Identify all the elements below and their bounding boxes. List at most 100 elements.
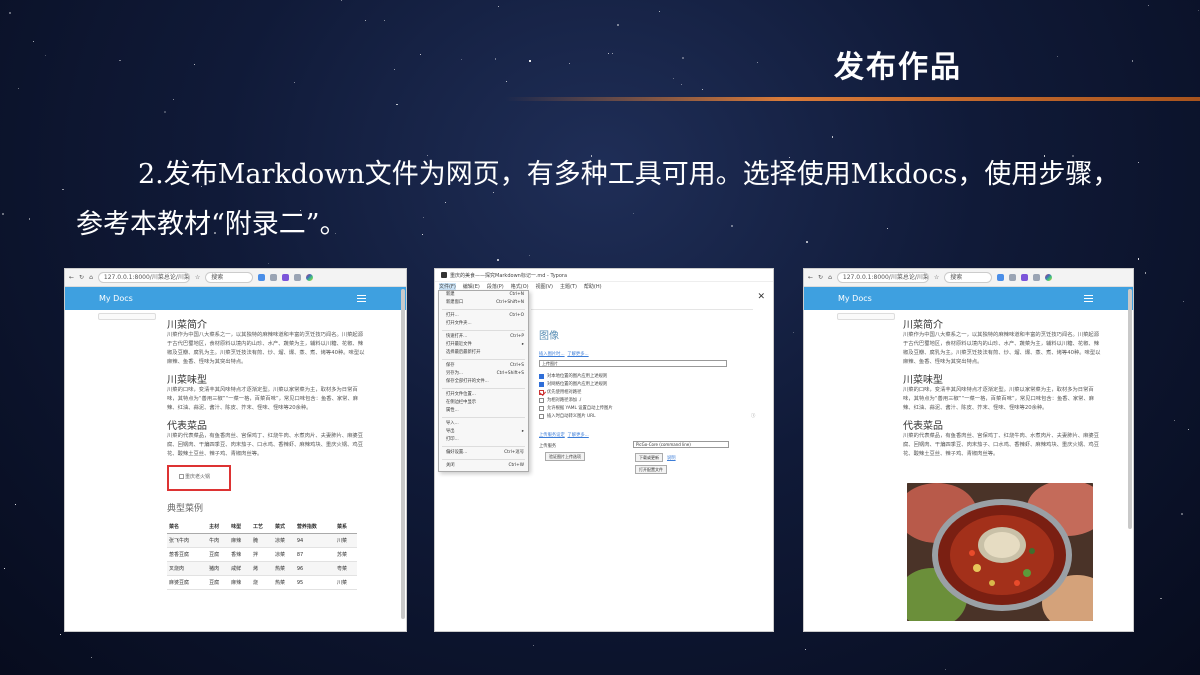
address-bar[interactable]: 127.0.0.1:8000/川菜总论/川菜 bbox=[97, 272, 190, 283]
menu-icon[interactable] bbox=[357, 295, 366, 302]
insert-image-link[interactable]: 插入图片时... bbox=[539, 352, 565, 357]
file-menu-item[interactable]: 打开... Ctrl+O bbox=[439, 312, 528, 320]
extension-icon[interactable] bbox=[282, 274, 290, 281]
menu-item[interactable]: 文件(F) bbox=[439, 283, 456, 290]
close-icon[interactable]: ✕ bbox=[757, 292, 765, 302]
instructions-link[interactable]: 说明 bbox=[667, 455, 676, 461]
menu-item[interactable]: 编辑(E) bbox=[463, 283, 480, 290]
file-menu-item[interactable]: 打印... bbox=[439, 436, 528, 444]
menu-item-label: 打开文件位置... bbox=[446, 392, 476, 397]
upload-learn-more-link[interactable]: 了解更多... bbox=[568, 433, 589, 438]
menu-separator bbox=[442, 359, 525, 360]
scrollbar[interactable] bbox=[401, 289, 405, 619]
profile-avatar[interactable] bbox=[1045, 274, 1053, 281]
extension-icon[interactable] bbox=[1033, 274, 1041, 281]
table-cell: 豆腐 bbox=[207, 575, 230, 590]
info-icon[interactable]: ⓘ bbox=[751, 413, 755, 419]
checkbox[interactable] bbox=[539, 373, 544, 379]
file-menu-item[interactable]: 保存全部打开的文件... bbox=[439, 378, 528, 386]
file-menu-item[interactable]: 选择最后最新打开 bbox=[439, 349, 528, 357]
checkbox[interactable] bbox=[539, 413, 544, 419]
toc-search[interactable] bbox=[837, 313, 895, 320]
extension-icon[interactable] bbox=[270, 274, 278, 281]
file-menu-item[interactable]: 打开文件夹... bbox=[439, 320, 528, 328]
checkbox[interactable] bbox=[539, 405, 544, 411]
pref-checkbox-row[interactable]: 为相对路径添加 ./ bbox=[539, 396, 613, 404]
checkbox-label: 为相对路径添加 ./ bbox=[547, 398, 582, 403]
menu-item[interactable]: 视图(V) bbox=[536, 283, 553, 290]
file-menu-item[interactable]: 新建窗口 Ctrl+Shift+N bbox=[439, 299, 528, 307]
back-icon[interactable]: ← bbox=[69, 274, 74, 281]
extension-icon[interactable] bbox=[997, 274, 1005, 281]
star bbox=[505, 81, 508, 83]
scrollbar[interactable] bbox=[1128, 289, 1132, 529]
pref-checkbox-row[interactable]: 允许根据 YAML 设置自动上传图片 bbox=[539, 404, 613, 412]
star bbox=[1131, 60, 1133, 62]
site-name[interactable]: My Docs bbox=[99, 294, 133, 303]
section-heading: 川菜味型 bbox=[903, 375, 943, 386]
file-menu-item[interactable]: 属性... bbox=[439, 407, 528, 415]
table-cell: 凉菜 bbox=[272, 547, 295, 562]
checkbox[interactable] bbox=[539, 397, 544, 403]
verify-upload-button[interactable]: 验证图片上传选项 bbox=[545, 452, 585, 461]
browser-toolbar: ← ↻ ⌂ 127.0.0.1:8000/川菜总论/川菜 ☆ 搜索 bbox=[804, 269, 1133, 287]
pref-checkbox-row[interactable]: 对本地位置的图片应用上述规则 bbox=[539, 372, 613, 380]
file-menu-item[interactable]: 关闭 Ctrl+W bbox=[439, 462, 528, 470]
file-menu-item[interactable]: 导入... bbox=[439, 420, 528, 428]
window-title: 重庆的美食——探究Markdown标记一.md - Typora bbox=[450, 272, 568, 279]
pref-checkbox-row[interactable]: 优先使用相对路径 bbox=[539, 388, 613, 396]
search-input[interactable]: 搜索 bbox=[205, 272, 254, 283]
star bbox=[682, 57, 684, 60]
file-menu-item[interactable]: 保存 Ctrl+S bbox=[439, 362, 528, 370]
menu-item-label: 导出 bbox=[446, 429, 455, 434]
checkbox[interactable] bbox=[539, 381, 544, 387]
menu-item[interactable]: 段落(P) bbox=[487, 283, 504, 290]
file-menu-item[interactable]: 另存为... Ctrl+Shift+S bbox=[439, 370, 528, 378]
menu-item[interactable]: 格式(O) bbox=[511, 283, 529, 290]
home-icon[interactable]: ⌂ bbox=[89, 274, 93, 281]
file-menu-item[interactable]: 在侧边栏中显示 bbox=[439, 399, 528, 407]
bookmark-icon[interactable]: ☆ bbox=[195, 274, 200, 281]
extension-icon[interactable] bbox=[1009, 274, 1017, 281]
table-cell: 川菜 bbox=[335, 575, 357, 590]
home-icon[interactable]: ⌂ bbox=[828, 274, 832, 281]
file-menu-item[interactable]: 偏好设置... Ctrl+逗号 bbox=[439, 449, 528, 457]
menu-item[interactable]: 帮助(H) bbox=[584, 283, 602, 290]
star bbox=[90, 656, 92, 658]
pref-checkbox-row[interactable]: 插入时自动转义图片 URL bbox=[539, 412, 613, 420]
toc-search[interactable] bbox=[98, 313, 156, 320]
site-name[interactable]: My Docs bbox=[838, 294, 872, 303]
search-input[interactable]: 搜索 bbox=[944, 272, 993, 283]
refresh-icon[interactable]: ↻ bbox=[818, 274, 823, 281]
bookmark-icon[interactable]: ☆ bbox=[934, 274, 939, 281]
star bbox=[1147, 4, 1149, 6]
file-menu-item[interactable]: 新建 Ctrl+N bbox=[439, 291, 528, 299]
table-cell: 叉烧肉 bbox=[167, 561, 208, 576]
section-text: 川菜的口味，变清丰其风味特点才逐渐定型。川菜以家常菜为主，取材多为日常百味，其特… bbox=[167, 387, 359, 411]
checkbox[interactable] bbox=[539, 389, 544, 395]
address-bar[interactable]: 127.0.0.1:8000/川菜总论/川菜 bbox=[836, 272, 929, 283]
learn-more-link[interactable]: 了解更多... bbox=[567, 352, 588, 357]
profile-avatar[interactable] bbox=[306, 274, 314, 281]
menu-item[interactable]: 主题(T) bbox=[560, 283, 577, 290]
file-menu-item[interactable]: 打开文件位置... bbox=[439, 391, 528, 399]
file-menu-item[interactable]: 快速打开... Ctrl+P bbox=[439, 333, 528, 341]
extension-icon[interactable] bbox=[258, 274, 266, 281]
file-menu-item[interactable]: 打开最近文件 ▸ bbox=[439, 341, 528, 349]
file-menu-item[interactable]: 导出 ▸ bbox=[439, 428, 528, 436]
refresh-icon[interactable]: ↻ bbox=[79, 274, 84, 281]
extension-icon[interactable] bbox=[294, 274, 302, 281]
section-text: 川菜作为中国八大菜系之一，以其独特的麻辣味道和丰富的烹饪技巧闻名。川菜起源于古代… bbox=[903, 332, 1101, 365]
menu-item-shortcut: Ctrl+Shift+S bbox=[496, 371, 524, 376]
extension-icon[interactable] bbox=[1021, 274, 1029, 281]
download-update-button[interactable]: 下载或更新 bbox=[635, 453, 663, 462]
menu-item-label: 导入... bbox=[446, 421, 459, 426]
markdown-content: 川菜简介 川菜作为中国八大菜系之一，以其独特的麻辣味道和丰富的烹饪技巧闻名。川菜… bbox=[167, 312, 366, 590]
uploader-select[interactable]: PicGo-Core (command line) bbox=[633, 441, 729, 448]
menu-icon[interactable] bbox=[1084, 295, 1093, 302]
insert-image-select[interactable]: 上传图片 bbox=[539, 360, 727, 367]
upload-settings-link[interactable]: 上传服务设定 bbox=[539, 433, 565, 438]
back-icon[interactable]: ← bbox=[808, 274, 813, 281]
pref-checkbox-row[interactable]: 对网络位置的图片应用上述规则 bbox=[539, 380, 613, 388]
open-config-button[interactable]: 打开配置文件 bbox=[635, 465, 667, 474]
